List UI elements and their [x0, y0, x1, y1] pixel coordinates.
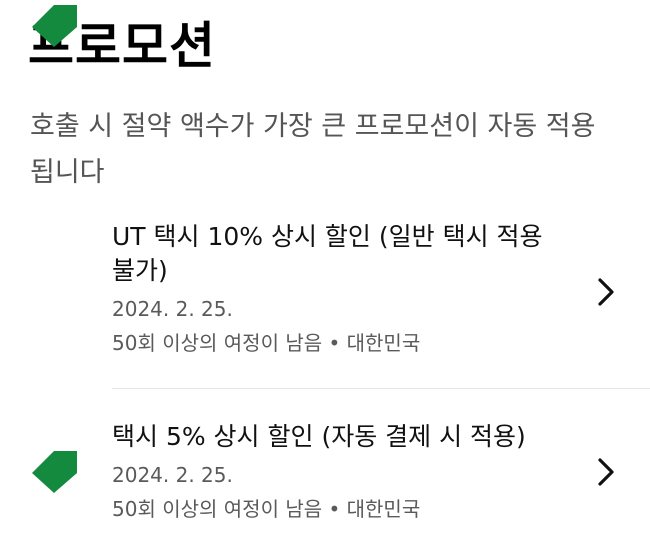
promotion-details: 50회 이상의 여정이 남음 • 대한민국	[112, 497, 421, 521]
page-description: 호출 시 절약 액수가 가장 큰 프로모션이 자동 적용됩니다	[30, 111, 596, 188]
promotion-date: 2024. 2. 25.	[112, 297, 233, 321]
promotion-title: UT 택시 10% 상시 할인 (일반 택시 적용 불가)	[112, 222, 543, 285]
chevron-right-icon[interactable]	[596, 276, 616, 308]
promotion-details: 50회 이상의 여정이 남음 • 대한민국	[112, 331, 421, 355]
divider	[112, 388, 650, 389]
tag-icon	[32, 5, 77, 47]
promotion-text: UT 택시 10% 상시 할인 (일반 택시 적용 불가) 2024. 2. 2…	[112, 220, 562, 360]
tag-icon	[32, 451, 77, 493]
promotion-title: 택시 5% 상시 할인 (자동 결제 시 적용)	[112, 422, 526, 451]
promotion-date: 2024. 2. 25.	[112, 463, 233, 487]
promotions-page: 프로모션 호출 시 절약 액수가 가장 큰 프로모션이 자동 적용됩니다 UT …	[0, 0, 650, 548]
promotion-text: 택시 5% 상시 할인 (자동 결제 시 적용) 2024. 2. 25. 50…	[112, 420, 562, 526]
chevron-right-icon[interactable]	[596, 456, 616, 488]
